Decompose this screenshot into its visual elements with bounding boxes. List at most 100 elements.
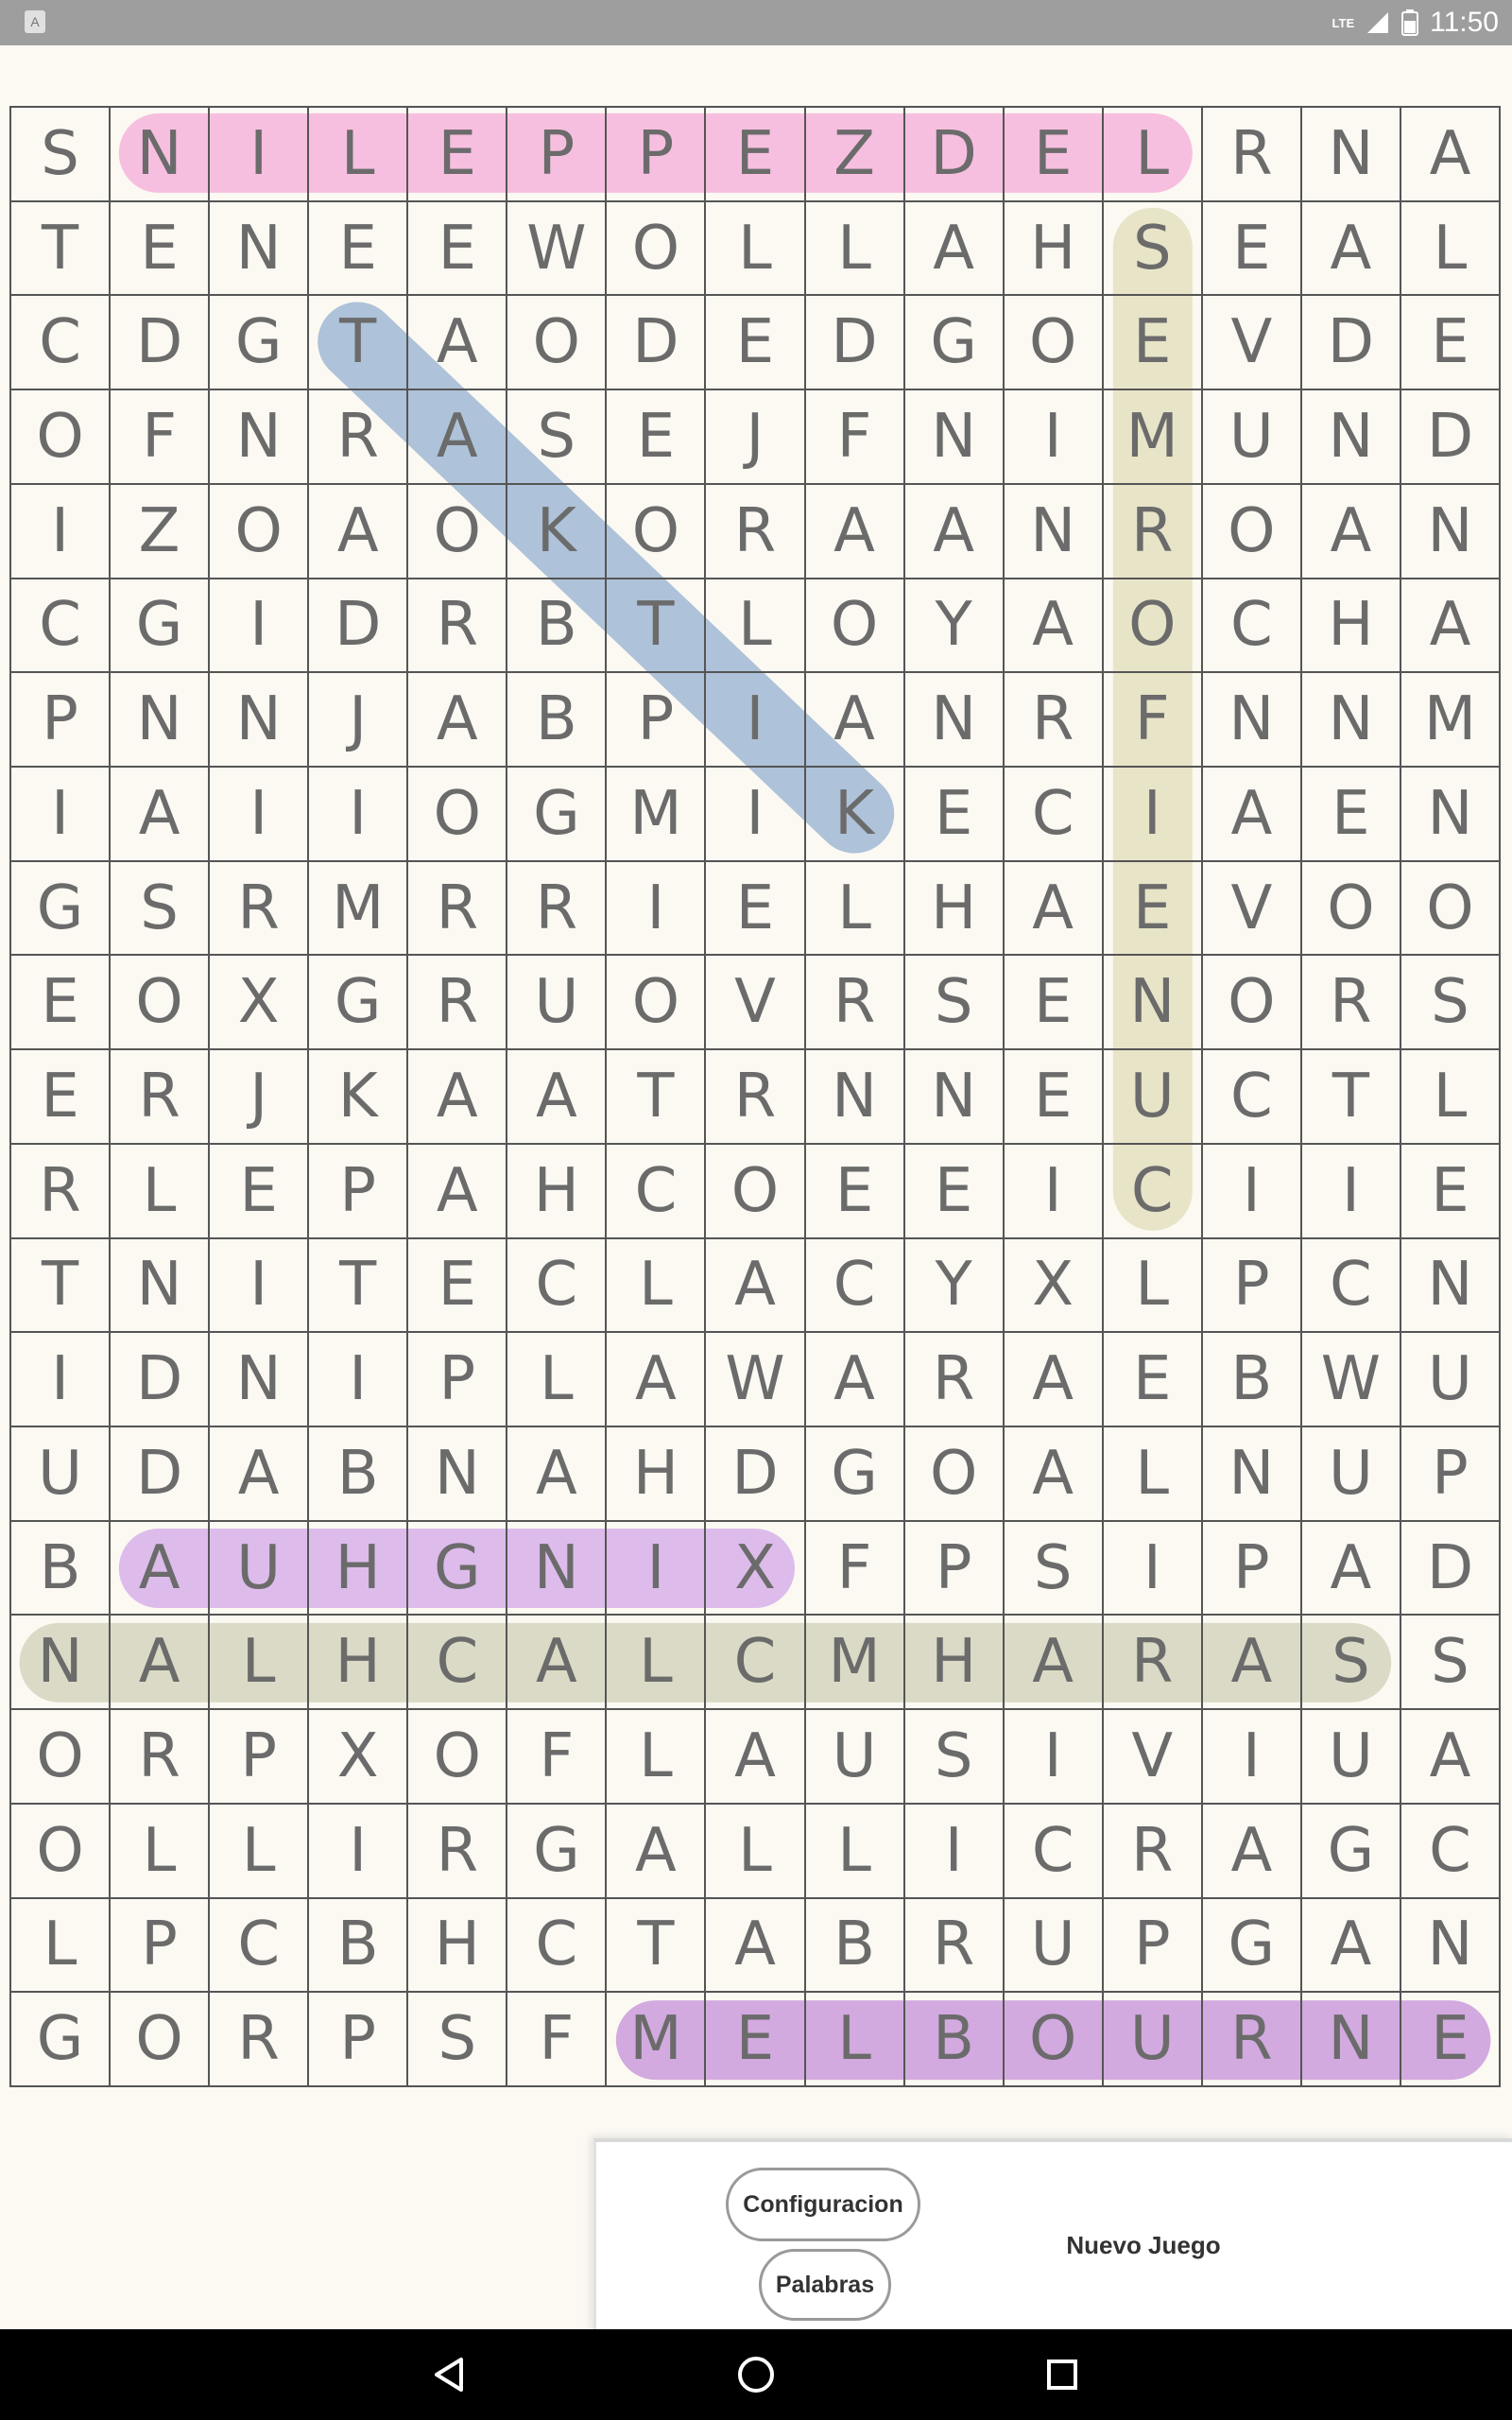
grid-cell[interactable]: A [1400, 1710, 1501, 1805]
grid-cell[interactable]: O [1400, 861, 1501, 957]
grid-cell[interactable]: A [904, 201, 1005, 297]
grid-cell[interactable]: D [805, 296, 905, 391]
grid-cell[interactable]: U [1202, 390, 1302, 485]
grid-cell[interactable]: I [210, 768, 310, 862]
grid-cell[interactable]: O [408, 768, 508, 862]
grid-cell[interactable]: E [706, 108, 806, 202]
grid-cell[interactable]: P [1202, 1521, 1302, 1616]
grid-cell[interactable]: L [1103, 1427, 1203, 1522]
grid-cell[interactable]: M [309, 861, 409, 957]
grid-cell[interactable]: O [607, 484, 707, 579]
grid-cell[interactable]: R [904, 1898, 1005, 1994]
grid-cell[interactable]: O [607, 956, 707, 1051]
grid-cell[interactable]: V [1202, 861, 1302, 957]
grid-cell[interactable]: L [706, 201, 806, 297]
grid-cell[interactable]: G [805, 1427, 905, 1522]
grid-cell[interactable]: R [1202, 1993, 1302, 2087]
grid-cell[interactable]: G [111, 579, 211, 674]
grid-cell[interactable]: T [607, 1050, 707, 1145]
word-search-board[interactable]: SNILEPPEZDELRNATENEEWOLLAHSEALCDGTAODEDG… [9, 106, 1501, 2087]
grid-cell[interactable]: V [706, 956, 806, 1051]
grid-cell[interactable]: R [904, 1333, 1005, 1427]
grid-cell[interactable]: O [1202, 956, 1302, 1051]
grid-cell[interactable]: T [607, 1898, 707, 1994]
grid-cell[interactable]: A [706, 1238, 806, 1334]
grid-cell[interactable]: X [706, 1521, 806, 1616]
grid-cell[interactable]: I [1103, 768, 1203, 862]
grid-cell[interactable]: E [1004, 956, 1104, 1051]
grid-cell[interactable]: N [1400, 484, 1501, 579]
grid-cell[interactable]: C [1400, 1804, 1501, 1899]
grid-cell[interactable]: U [1103, 1050, 1203, 1145]
grid-cell[interactable]: E [706, 861, 806, 957]
grid-cell[interactable]: E [1103, 1333, 1203, 1427]
grid-cell[interactable]: N [1202, 673, 1302, 768]
new-game-button[interactable]: Nuevo Juego [1021, 2226, 1266, 2264]
grid-cell[interactable]: C [1202, 1050, 1302, 1145]
grid-cell[interactable]: O [111, 1993, 211, 2087]
grid-cell[interactable]: N [1004, 484, 1104, 579]
grid-cell[interactable]: U [1400, 1333, 1501, 1427]
grid-cell[interactable]: E [904, 1144, 1005, 1239]
back-button[interactable] [393, 2329, 507, 2420]
grid-cell[interactable]: M [607, 1993, 707, 2087]
grid-cell[interactable]: N [210, 201, 310, 297]
grid-cell[interactable]: R [111, 1710, 211, 1805]
grid-cell[interactable]: H [309, 1521, 409, 1616]
grid-cell[interactable]: H [904, 1616, 1005, 1711]
grid-cell[interactable]: R [1004, 673, 1104, 768]
grid-cell[interactable]: C [1301, 1238, 1401, 1334]
grid-cell[interactable]: I [706, 768, 806, 862]
grid-cell[interactable]: A [1301, 201, 1401, 297]
grid-cell[interactable]: L [805, 1804, 905, 1899]
grid-cell[interactable]: W [1301, 1333, 1401, 1427]
grid-cell[interactable]: P [1103, 1898, 1203, 1994]
grid-cell[interactable]: U [507, 956, 608, 1051]
grid-cell[interactable]: E [607, 390, 707, 485]
grid-cell[interactable]: D [1400, 1521, 1501, 1616]
grid-cell[interactable]: I [1202, 1710, 1302, 1805]
grid-cell[interactable]: C [11, 296, 112, 391]
letter-grid[interactable]: SNILEPPEZDELRNATENEEWOLLAHSEALCDGTAODEDG… [9, 106, 1501, 2087]
grid-cell[interactable]: T [1301, 1050, 1401, 1145]
grid-cell[interactable]: C [1004, 1804, 1104, 1899]
grid-cell[interactable]: B [11, 1521, 112, 1616]
grid-cell[interactable]: O [607, 201, 707, 297]
grid-cell[interactable]: L [1400, 201, 1501, 297]
grid-cell[interactable]: N [210, 1333, 310, 1427]
grid-cell[interactable]: B [507, 673, 608, 768]
grid-cell[interactable]: B [309, 1427, 409, 1522]
grid-cell[interactable]: G [507, 1804, 608, 1899]
grid-cell[interactable]: A [1202, 1804, 1302, 1899]
grid-cell[interactable]: R [1301, 956, 1401, 1051]
grid-cell[interactable]: A [706, 1898, 806, 1994]
grid-cell[interactable]: S [904, 956, 1005, 1051]
grid-cell[interactable]: V [1202, 296, 1302, 391]
grid-cell[interactable]: A [408, 673, 508, 768]
grid-cell[interactable]: I [11, 1333, 112, 1427]
grid-cell[interactable]: K [507, 484, 608, 579]
grid-cell[interactable]: A [408, 1050, 508, 1145]
grid-cell[interactable]: C [1202, 579, 1302, 674]
grid-cell[interactable]: H [309, 1616, 409, 1711]
grid-cell[interactable]: I [210, 579, 310, 674]
grid-cell[interactable]: L [1103, 1238, 1203, 1334]
grid-cell[interactable]: A [1202, 1616, 1302, 1711]
grid-cell[interactable]: E [408, 1238, 508, 1334]
grid-cell[interactable]: A [1004, 579, 1104, 674]
config-button[interactable]: Configuracion [726, 2168, 920, 2241]
grid-cell[interactable]: E [706, 1993, 806, 2087]
grid-cell[interactable]: R [309, 390, 409, 485]
grid-cell[interactable]: A [805, 484, 905, 579]
grid-cell[interactable]: T [11, 1238, 112, 1334]
grid-cell[interactable]: B [904, 1993, 1005, 2087]
grid-cell[interactable]: A [507, 1427, 608, 1522]
grid-cell[interactable]: R [507, 861, 608, 957]
grid-cell[interactable]: N [111, 1238, 211, 1334]
grid-cell[interactable]: E [1103, 296, 1203, 391]
recents-button[interactable] [1005, 2329, 1119, 2420]
grid-cell[interactable]: Y [904, 1238, 1005, 1334]
grid-cell[interactable]: D [309, 579, 409, 674]
grid-cell[interactable]: A [1400, 579, 1501, 674]
grid-cell[interactable]: G [408, 1521, 508, 1616]
